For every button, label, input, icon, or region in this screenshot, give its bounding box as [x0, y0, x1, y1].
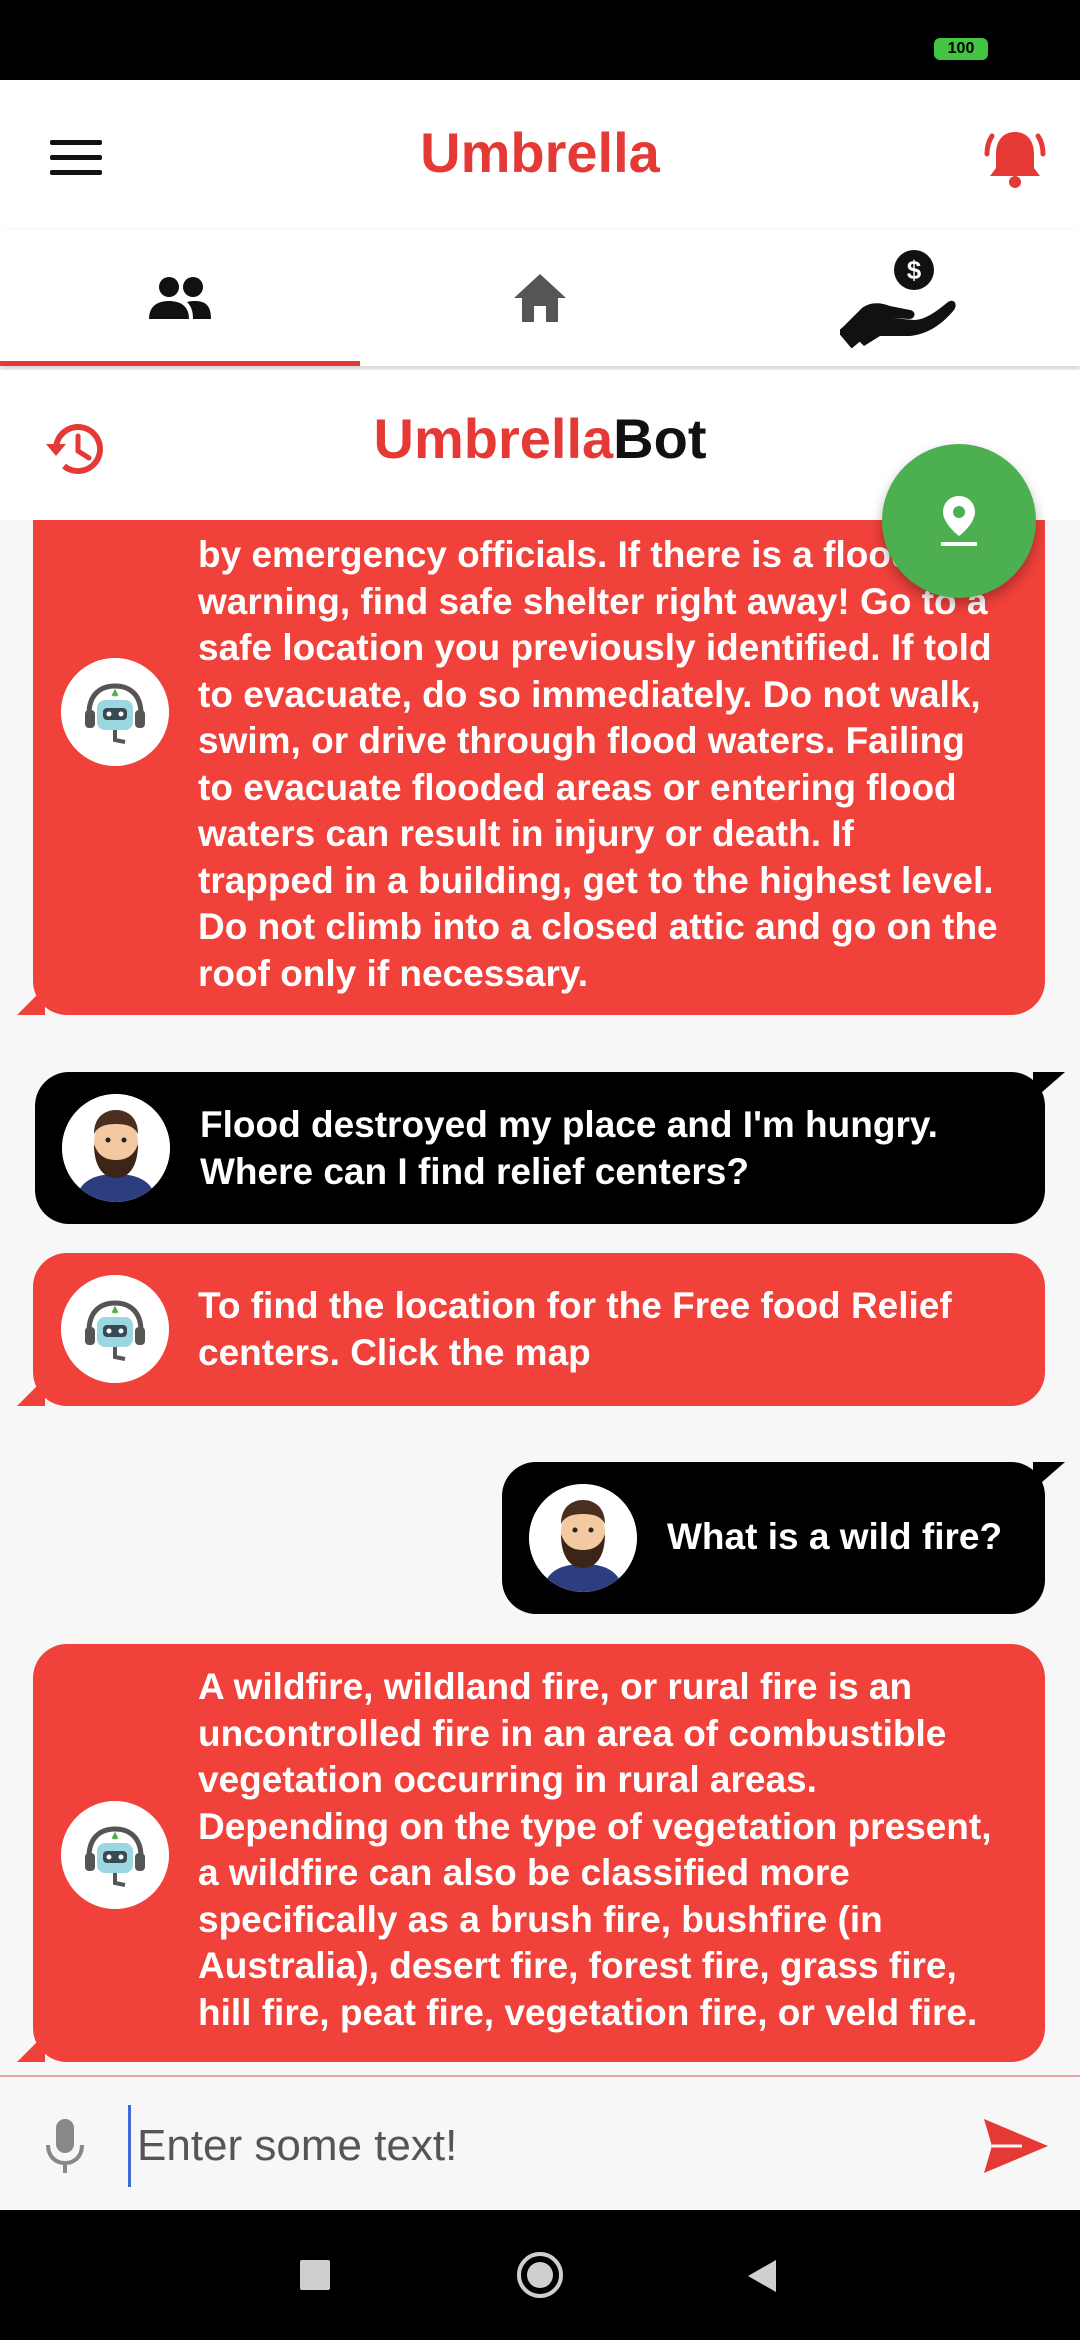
robot-icon — [61, 1275, 169, 1383]
message-line: waters can result in injury or death. If — [198, 813, 854, 854]
message-line: centers. Click the map — [198, 1331, 591, 1373]
notification-bell-icon[interactable] — [984, 124, 1046, 190]
tab-bar: $ — [0, 230, 1080, 366]
robot-avatar — [61, 1275, 169, 1383]
location-pin-icon — [941, 496, 977, 546]
microphone-icon[interactable] — [42, 2117, 88, 2177]
message-line: hill fire, peat fire, vegetation fire, o… — [198, 1991, 978, 2033]
user-message: What is a wild fire? — [502, 1462, 1065, 1614]
tab-donate[interactable]: $ — [720, 230, 1080, 366]
user-message: Flood destroyed my place and I'm hungry.… — [35, 1072, 1065, 1224]
robot-icon — [61, 1801, 169, 1909]
donate-hand-icon: $ — [840, 250, 956, 348]
robot-avatar — [61, 1801, 169, 1909]
bot-message: To find the location for the Free food R… — [17, 1253, 1045, 1406]
app-bar: Umbrella — [0, 80, 1080, 230]
message-text-input[interactable] — [128, 2105, 959, 2187]
bot-message: by emergency officials. If there is a fl… — [17, 520, 1045, 1015]
message-line: Do not climb into a closed attic and go … — [198, 906, 998, 947]
send-icon[interactable] — [982, 2117, 1050, 2175]
battery-indicator: 100 — [934, 38, 988, 60]
message-line: specifically as a brush fire, bushfire (… — [198, 1898, 883, 1940]
people-icon — [149, 277, 211, 319]
tab-home[interactable] — [360, 230, 720, 366]
message-line: Australia), desert fire, forest fire, gr… — [198, 1945, 957, 1986]
bot-message: A wildfire, wildland fire, or rural fire… — [17, 1644, 1045, 2062]
message-line: to evacuate flooded areas or entering fl… — [198, 766, 957, 808]
svg-text:$: $ — [907, 255, 922, 285]
tab-community[interactable] — [0, 230, 360, 366]
user-avatar — [529, 1484, 637, 1592]
system-navigation-bar — [0, 2210, 1080, 2340]
chat-message-list[interactable]: by emergency officials. If there is a fl… — [0, 520, 1080, 2075]
back-button[interactable] — [742, 2256, 782, 2296]
message-line: To find the location for the Free food R… — [198, 1285, 952, 1326]
user-avatar — [62, 1094, 170, 1202]
message-line: What is a wild fire? — [667, 1516, 1003, 1557]
home-button[interactable] — [515, 2250, 565, 2300]
message-line: warning, find safe shelter right away! G… — [198, 580, 988, 622]
message-line: to evacuate, do so immediately. Do not w… — [198, 673, 981, 715]
message-line: uncontrolled fire in an area of combusti… — [198, 1712, 947, 1754]
message-line: roof only if necessary. — [198, 952, 588, 994]
message-line: A wildfire, wildland fire, or rural fire… — [198, 1666, 913, 1707]
home-icon — [514, 274, 566, 322]
map-location-button[interactable] — [882, 444, 1036, 598]
message-line: Flood destroyed my place and I'm hungry. — [200, 1104, 938, 1145]
message-line: safe location you previously identified.… — [198, 627, 992, 668]
robot-icon — [61, 658, 169, 766]
message-line: Where can I find relief centers? — [200, 1150, 749, 1192]
recent-apps-button[interactable] — [300, 2260, 330, 2290]
message-line: vegetation occurring in rural areas. — [198, 1759, 817, 1800]
message-line: Depending on the type of vegetation pres… — [198, 1805, 992, 1847]
message-line: a wildfire can also be classified more — [198, 1852, 850, 1893]
message-line: swim, or drive through flood waters. Fai… — [198, 720, 965, 761]
message-line: trapped in a building, get to the highes… — [198, 859, 994, 901]
robot-avatar — [61, 658, 169, 766]
app-title: Umbrella — [420, 121, 660, 184]
status-bar: 100 — [0, 0, 1080, 80]
message-input-bar — [0, 2075, 1080, 2212]
bearded-man-avatar-icon — [529, 1484, 637, 1592]
bearded-man-avatar-icon — [62, 1094, 170, 1202]
